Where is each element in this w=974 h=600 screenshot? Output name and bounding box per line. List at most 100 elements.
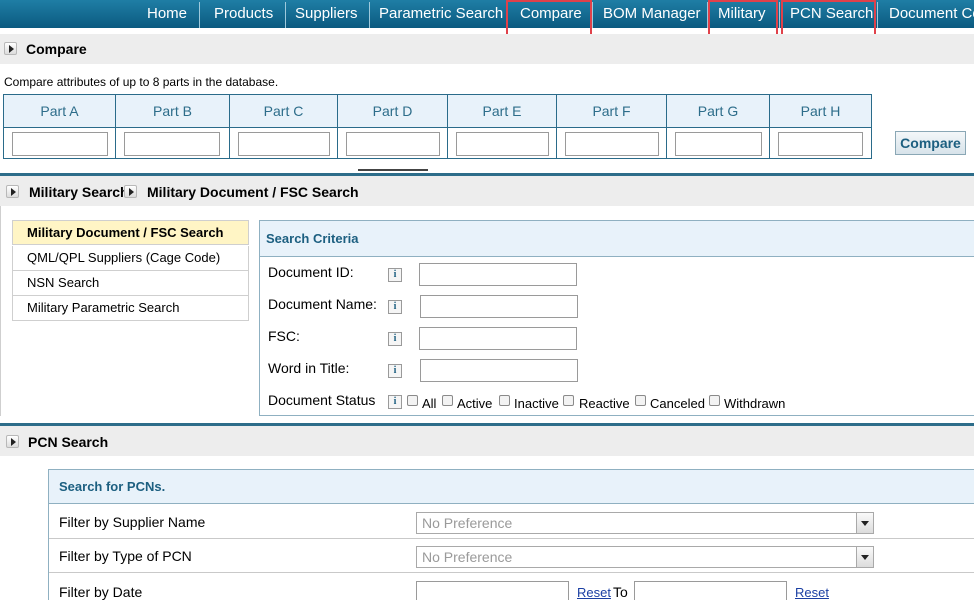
status-all-label: All [422, 396, 437, 411]
breadcrumb-arrow-icon [124, 185, 137, 198]
fsc-input[interactable] [419, 327, 577, 350]
part-header: Part D [338, 95, 447, 128]
sidebar-item-military-parametric[interactable]: Military Parametric Search [12, 296, 249, 321]
compare-description: Compare attributes of up to 8 parts in t… [4, 75, 279, 89]
scroll-indicator [358, 169, 428, 171]
date-to-input[interactable] [634, 581, 787, 600]
compare-title: Compare [26, 41, 87, 57]
search-criteria-panel: Search Criteria Document ID: i Document … [259, 220, 974, 416]
part-header: Part C [230, 95, 337, 128]
info-icon[interactable]: i [388, 395, 402, 409]
part-column: Part B [116, 95, 230, 158]
nav-document-center[interactable]: Document Ce [889, 0, 974, 28]
supplier-select-value: No Preference [422, 515, 513, 531]
nav-home[interactable]: Home [147, 0, 187, 28]
filter-supplier-row: Filter by Supplier Name No Preference [49, 505, 974, 539]
part-header: Part H [770, 95, 871, 128]
status-reactive-checkbox[interactable] [563, 395, 574, 406]
document-name-input[interactable] [420, 295, 578, 318]
status-reactive-label: Reactive [579, 396, 630, 411]
nav-parametric-search[interactable]: Parametric Search [379, 0, 503, 28]
part-b-input[interactable] [124, 132, 220, 156]
info-icon[interactable]: i [388, 300, 402, 314]
nav-separator [877, 2, 878, 28]
sidebar-item-nsn-search[interactable]: NSN Search [12, 271, 249, 296]
part-column: Part C [230, 95, 338, 158]
sidebar-item-military-document[interactable]: Military Document / FSC Search [12, 220, 249, 245]
part-column: Part F [557, 95, 667, 158]
part-f-input[interactable] [565, 132, 659, 156]
status-canceled-label: Canceled [650, 396, 705, 411]
part-header: Part E [448, 95, 556, 128]
reset-to-link[interactable]: Reset [795, 585, 829, 600]
chevron-down-icon[interactable] [856, 547, 873, 567]
compare-parts-table: Part A Part B Part C Part D Part E Part … [3, 94, 872, 159]
pcn-title: PCN Search [28, 434, 109, 450]
word-in-title-label: Word in Title: [268, 360, 350, 376]
info-icon[interactable]: i [388, 268, 402, 282]
nav-products[interactable]: Products [214, 0, 273, 28]
part-a-input[interactable] [12, 132, 108, 156]
part-e-input[interactable] [456, 132, 549, 156]
pcn-box-title: Search for PCNs. [49, 470, 974, 504]
status-all-checkbox[interactable] [407, 395, 418, 406]
chevron-down-icon[interactable] [856, 513, 873, 533]
pcn-search-panel: Search for PCNs. Filter by Supplier Name… [48, 469, 974, 600]
info-icon[interactable]: i [388, 332, 402, 346]
compare-section-bar: Compare [0, 34, 974, 64]
sidebar-item-qml-qpl-suppliers[interactable]: QML/QPL Suppliers (Cage Code) [12, 246, 249, 271]
filter-date-row: Filter by Date Reset To Reset [49, 573, 974, 600]
nav-separator [285, 2, 286, 28]
part-column: Part D [338, 95, 448, 158]
document-id-label: Document ID: [268, 264, 354, 280]
pcn-type-select-value: No Preference [422, 549, 513, 565]
reset-from-link[interactable]: Reset [577, 585, 611, 600]
part-header: Part F [557, 95, 666, 128]
to-label: To [613, 584, 628, 600]
breadcrumb-military-document: Military Document / FSC Search [147, 184, 359, 200]
filter-supplier-label: Filter by Supplier Name [59, 514, 206, 530]
part-column: Part E [448, 95, 557, 158]
compare-button[interactable]: Compare [895, 131, 966, 155]
nav-separator [369, 2, 370, 28]
status-active-label: Active [457, 396, 493, 411]
status-active-checkbox[interactable] [442, 395, 453, 406]
expand-arrow-icon[interactable] [6, 185, 19, 198]
part-d-input[interactable] [346, 132, 440, 156]
document-id-input[interactable] [419, 263, 577, 286]
part-g-input[interactable] [675, 132, 762, 156]
nav-separator [592, 2, 593, 28]
part-h-input[interactable] [778, 132, 863, 156]
part-column: Part G [667, 95, 770, 158]
supplier-select[interactable]: No Preference [416, 512, 874, 534]
divider [0, 206, 1, 416]
document-status-label: Document Status [268, 392, 376, 408]
pcn-section-bar: PCN Search [0, 423, 974, 456]
military-section-bar: Military Search Military Document / FSC … [0, 173, 974, 206]
breadcrumb-military-search[interactable]: Military Search [29, 184, 129, 200]
document-name-label: Document Name: [268, 296, 377, 312]
nav-separator [199, 2, 200, 28]
word-in-title-input[interactable] [420, 359, 578, 382]
part-header: Part A [4, 95, 115, 128]
filter-type-label: Filter by Type of PCN [59, 548, 192, 564]
part-column: Part H [770, 95, 871, 158]
expand-arrow-icon[interactable] [4, 42, 17, 55]
part-column: Part A [4, 95, 116, 158]
nav-bom-manager[interactable]: BOM Manager [603, 0, 701, 28]
search-criteria-title: Search Criteria [260, 221, 974, 257]
status-inactive-label: Inactive [514, 396, 559, 411]
status-canceled-checkbox[interactable] [635, 395, 646, 406]
nav-suppliers[interactable]: Suppliers [295, 0, 358, 28]
filter-type-row: Filter by Type of PCN No Preference [49, 539, 974, 573]
date-from-input[interactable] [416, 581, 569, 600]
part-header: Part B [116, 95, 229, 128]
status-inactive-checkbox[interactable] [499, 395, 510, 406]
status-withdrawn-label: Withdrawn [724, 396, 786, 411]
expand-arrow-icon[interactable] [6, 435, 19, 448]
status-withdrawn-checkbox[interactable] [709, 395, 720, 406]
part-c-input[interactable] [238, 132, 330, 156]
filter-date-label: Filter by Date [59, 584, 143, 600]
info-icon[interactable]: i [388, 364, 402, 378]
pcn-type-select[interactable]: No Preference [416, 546, 874, 568]
